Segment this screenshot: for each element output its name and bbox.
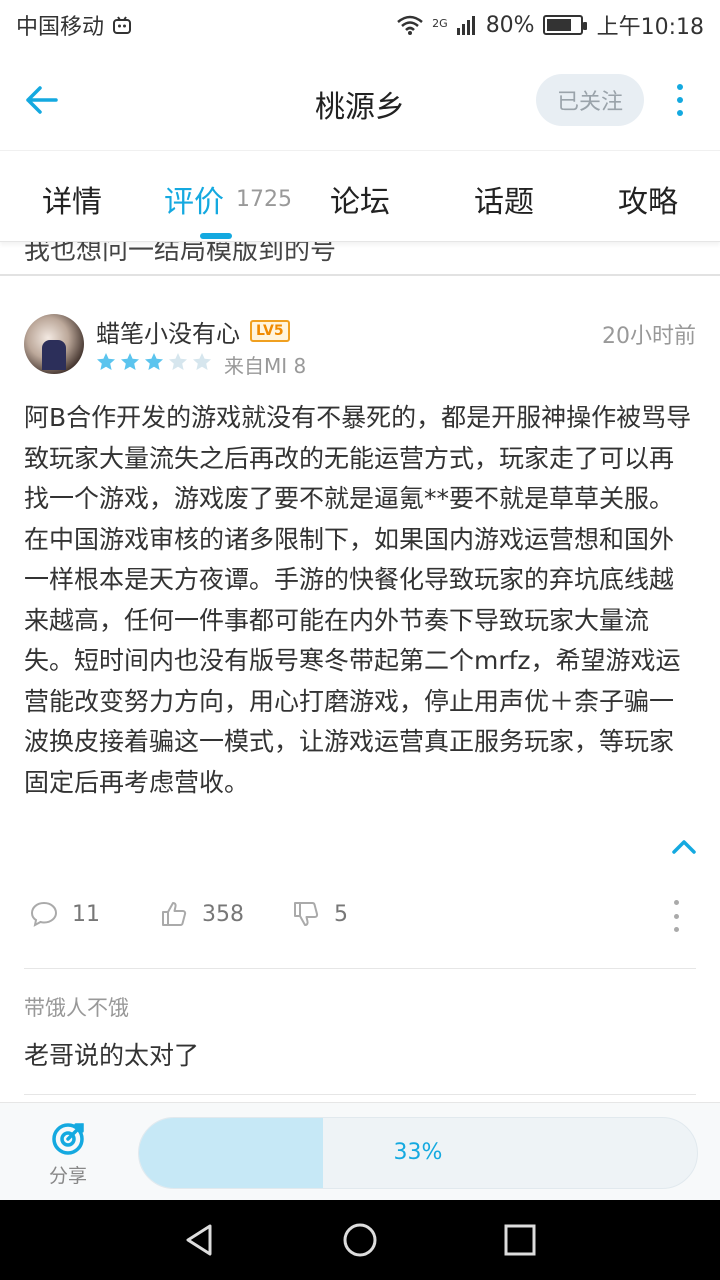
like-button[interactable]: 358	[160, 900, 244, 928]
star-filled-icon	[121, 353, 139, 370]
battery-percent: 80%	[485, 12, 535, 38]
battery-icon	[542, 15, 587, 35]
review-timestamp: 20小时前	[602, 324, 696, 349]
clock: 上午10:18	[596, 15, 704, 40]
carrier-label: 中国移动	[16, 15, 105, 40]
tab-details[interactable]: 详情	[42, 177, 102, 221]
like-count: 358	[202, 901, 244, 927]
system-nav-bar	[0, 1200, 720, 1280]
previous-reply-strip: 我也想问一结局模版到的号	[0, 242, 720, 276]
device-label: 来自MI 8	[224, 354, 307, 378]
share-icon	[52, 1123, 84, 1155]
review-body: 阿B合作开发的游戏就没有不暴死的，都是开服神操作被骂导致玩家大量流失之后再改的无…	[24, 403, 692, 797]
star-filled-icon	[145, 353, 163, 370]
status-bar: 中国移动 2G 80% 上午10:18	[0, 0, 720, 50]
avatar[interactable]	[24, 314, 84, 374]
star-empty-icon	[193, 353, 211, 370]
nav-home-icon[interactable]	[340, 1220, 380, 1260]
reply-text: 老哥说的太对了	[24, 1041, 200, 1070]
dislike-count: 5	[334, 901, 348, 927]
rating-stars	[96, 352, 212, 372]
app-header: 桃源乡 已关注	[0, 50, 720, 150]
comment-icon	[30, 901, 58, 927]
tab-reviews-count: 1725	[236, 187, 292, 212]
network-type: 2G	[432, 17, 448, 30]
star-filled-icon	[97, 353, 115, 370]
star-empty-icon	[169, 353, 187, 370]
level-badge: LV5	[250, 320, 290, 342]
thumbs-down-icon	[294, 902, 319, 926]
nav-back-icon[interactable]	[180, 1220, 220, 1260]
share-button[interactable]: 分享	[40, 1121, 96, 1188]
follow-button[interactable]: 已关注	[536, 74, 644, 126]
tab-reviews[interactable]: 评价	[164, 177, 224, 221]
review-actions: 11 358 5	[0, 896, 720, 938]
tab-guides[interactable]: 攻略	[618, 177, 678, 221]
reply-author[interactable]: 带饿人不饿	[24, 992, 129, 1022]
review-more-icon[interactable]	[672, 900, 680, 932]
active-tab-indicator	[200, 233, 232, 239]
notification-app-icon	[113, 16, 132, 34]
comment-button[interactable]: 11	[30, 900, 100, 928]
review-username[interactable]: 蜡笔小没有心	[96, 314, 240, 349]
download-progress-button[interactable]: 33%	[138, 1117, 698, 1189]
thumbs-up-icon	[162, 902, 187, 926]
divider	[24, 1094, 696, 1095]
tab-bar: 详情 评价 1725 论坛 话题 攻略	[0, 150, 720, 242]
progress-label: 33%	[393, 1140, 443, 1165]
signal-icon	[456, 16, 475, 35]
share-label: 分享	[48, 1165, 87, 1187]
nav-recents-icon[interactable]	[500, 1220, 540, 1260]
comment-count: 11	[72, 901, 100, 927]
tab-topics[interactable]: 话题	[474, 177, 534, 221]
dislike-button[interactable]: 5	[292, 900, 348, 928]
collapse-chevron-icon[interactable]	[670, 836, 698, 858]
previous-reply-text: 我也想问一结局模版到的号	[24, 242, 337, 266]
tab-forum[interactable]: 论坛	[330, 177, 390, 221]
bottom-bar: 分享 33%	[0, 1102, 720, 1200]
wifi-icon	[397, 15, 423, 35]
more-options-icon[interactable]	[664, 80, 696, 120]
divider	[24, 968, 696, 969]
